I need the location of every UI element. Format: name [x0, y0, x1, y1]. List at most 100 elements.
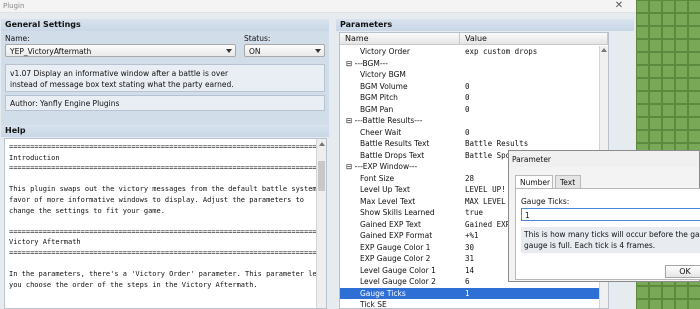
- grass-tile: [649, 117, 662, 130]
- chevron-down-icon: [315, 49, 321, 53]
- tab-number[interactable]: Number: [515, 175, 553, 188]
- parameter-row[interactable]: BGM Volume 0: [340, 81, 608, 92]
- parameter-value: 1: [465, 288, 470, 298]
- grass-tile: [675, 65, 688, 78]
- grass-tile: [675, 299, 688, 309]
- grass-tile: [649, 26, 662, 39]
- scroll-thumb[interactable]: [318, 161, 325, 191]
- parameter-category-row[interactable]: ⊟ ---Battle Results---: [340, 115, 608, 126]
- column-header-name[interactable]: Name: [340, 33, 460, 45]
- grass-tile: [636, 91, 649, 104]
- parameter-name: Level Up Text: [360, 185, 410, 194]
- parameter-name: EXP Gauge Color 2: [360, 254, 431, 263]
- grass-tile: [636, 78, 649, 91]
- parameter-name: Gauge Ticks: [360, 288, 406, 298]
- grass-tile: [688, 52, 700, 65]
- grass-tile: [688, 39, 700, 52]
- help-text-area[interactable]: ========================================…: [4, 138, 327, 309]
- parameter-value: MAX LEVEL: [465, 196, 506, 206]
- name-label: Name:: [5, 34, 30, 43]
- parameter-value: 0: [465, 81, 470, 91]
- grass-tile: [649, 39, 662, 52]
- parameter-value: Battle Results: [465, 139, 529, 148]
- help-text: ========================================…: [9, 143, 326, 289]
- parameter-name: Battle Drops Text: [360, 150, 425, 160]
- grass-tile: [688, 91, 700, 104]
- status-select[interactable]: ON: [244, 44, 325, 57]
- parameter-value: 0: [465, 93, 470, 102]
- parameter-value: exp custom drops: [465, 47, 538, 56]
- grass-tile: [688, 26, 700, 39]
- parameter-value: +%1: [465, 231, 479, 240]
- tab-text[interactable]: Text: [555, 175, 581, 188]
- parameter-row[interactable]: Victory BGM: [340, 69, 608, 80]
- parameter-row[interactable]: Victory Order exp custom drops: [340, 46, 608, 57]
- parameter-name: BGM Pitch: [360, 93, 398, 102]
- plugin-author: Author: Yanfly Engine Plugins: [5, 95, 325, 111]
- grass-tile: [649, 91, 662, 104]
- parameter-name: Victory Order: [360, 47, 410, 56]
- column-header-value[interactable]: Value: [460, 33, 608, 45]
- parameter-row[interactable]: Gauge Ticks 1: [340, 287, 608, 299]
- parameter-row[interactable]: BGM Pitch 0: [340, 92, 608, 103]
- grass-tile: [636, 286, 649, 299]
- parameter-row[interactable]: Tick SE: [340, 299, 608, 309]
- grass-tile: [662, 104, 675, 117]
- grass-tile: [662, 78, 675, 91]
- parameter-value: LEVEL UP!: [465, 185, 506, 194]
- grass-tile: [688, 65, 700, 78]
- parameter-name: EXP Gauge Color 1: [360, 242, 431, 252]
- help-scrollbar[interactable]: [316, 139, 326, 308]
- grass-tile: [662, 91, 675, 104]
- parameter-value: true: [465, 208, 484, 217]
- parameter-row[interactable]: BGM Pan 0: [340, 104, 608, 115]
- grass-tile: [662, 299, 675, 309]
- help-header: Help: [1, 125, 329, 137]
- grass-tile: [636, 65, 649, 78]
- grass-tile: [662, 286, 675, 299]
- grass-tile: [636, 52, 649, 65]
- grass-tile: [662, 65, 675, 78]
- grass-tile: [636, 117, 649, 130]
- gauge-ticks-input[interactable]: 1: [521, 208, 700, 221]
- parameter-row[interactable]: Cheer Wait 0: [340, 127, 608, 138]
- grass-tile: [675, 130, 688, 143]
- grass-tile: [636, 39, 649, 52]
- grass-tile: [688, 104, 700, 117]
- grass-tile: [662, 26, 675, 39]
- plugin-name-select[interactable]: YEP_VictoryAftermath: [5, 44, 236, 57]
- window-titlebar: Plugin ✕: [0, 0, 636, 13]
- parameter-name: BGM Pan: [360, 104, 394, 114]
- general-settings-panel: Name: YEP_VictoryAftermath Status: ON v1…: [1, 31, 329, 131]
- grass-tile: [636, 26, 649, 39]
- grass-tile: [649, 130, 662, 143]
- grass-tile: [688, 130, 700, 143]
- grass-tile: [688, 299, 700, 309]
- scroll-up-icon[interactable]: [601, 48, 607, 52]
- gauge-ticks-label: Gauge Ticks:: [521, 197, 570, 206]
- parameter-name: Gained EXP Text: [360, 219, 421, 229]
- grass-tile: [675, 0, 688, 13]
- close-icon[interactable]: ✕: [612, 0, 626, 12]
- chevron-down-icon: [226, 49, 232, 53]
- ok-button[interactable]: OK: [665, 265, 700, 278]
- parameter-value: 0: [465, 127, 470, 137]
- grass-tile: [649, 78, 662, 91]
- grass-tile: [662, 0, 675, 13]
- general-settings-header: General Settings: [1, 19, 329, 31]
- parameter-name: Level Gauge Color 1: [360, 265, 436, 275]
- grass-tile: [662, 52, 675, 65]
- parameter-row[interactable]: Battle Results Text Battle Results: [340, 138, 608, 149]
- parameter-name: Tick SE: [360, 300, 387, 309]
- scroll-up-icon[interactable]: [319, 142, 325, 146]
- parameter-category-row[interactable]: ⊟ ---BGM---: [340, 58, 608, 69]
- parameter-value: 31: [465, 254, 475, 263]
- parameter-value: 6: [465, 277, 470, 286]
- parameter-name: Battle Results Text: [360, 139, 430, 148]
- grass-tile: [649, 65, 662, 78]
- parameter-value: 0: [465, 104, 470, 114]
- parameter-dialog: Parameter Number Text Gauge Ticks: 1 Thi…: [508, 150, 700, 282]
- plugin-description: v1.07 Display an informative window afte…: [5, 64, 325, 92]
- grass-tile: [636, 130, 649, 143]
- plugin-name-value: YEP_VictoryAftermath: [10, 47, 92, 56]
